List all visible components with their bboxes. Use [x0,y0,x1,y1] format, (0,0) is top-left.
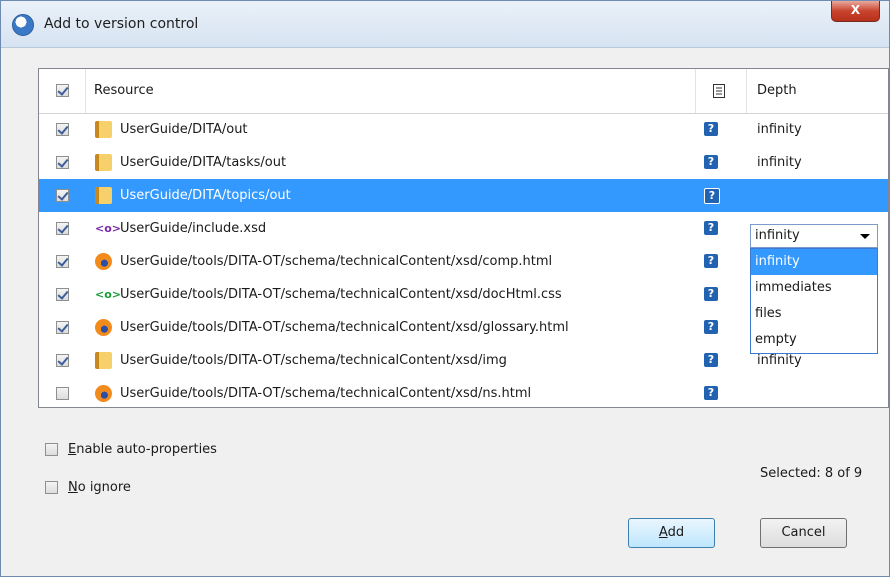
xsd-file-icon: <o> [95,222,121,235]
resource-path: UserGuide/tools/DITA-OT/schema/technical… [120,254,553,269]
row-checkbox[interactable] [56,354,69,367]
row-checkbox[interactable] [56,222,69,235]
firefox-html-icon [95,385,112,402]
properties-column-header[interactable] [696,69,747,113]
table-row[interactable]: UserGuide/DITA/tasks/out? infinity [39,146,888,179]
folder-icon [95,352,112,369]
resource-path: UserGuide/DITA/tasks/out [120,155,287,170]
document-icon [713,84,725,98]
firefox-html-icon [95,319,112,336]
row-checkbox[interactable] [56,189,69,202]
enable-auto-properties-checkbox[interactable] [45,443,58,456]
unversioned-status-icon: ? [704,320,718,334]
table-header: Resource Depth [39,69,888,114]
enable-auto-properties-label[interactable]: Enable auto-properties [68,441,217,459]
no-ignore-label[interactable]: No ignore [68,479,131,497]
close-button[interactable]: X [831,1,880,22]
table-row[interactable]: UserGuide/DITA/out? infinity [39,113,888,146]
add-button[interactable]: Add [628,518,715,548]
firefox-html-icon [95,253,112,270]
depth-combobox[interactable]: infinity [750,224,878,248]
unversioned-status-icon: ? [704,254,718,268]
row-checkbox[interactable] [56,288,69,301]
chevron-down-icon[interactable] [860,234,870,239]
row-checkbox[interactable] [56,387,69,400]
resource-column-label: Resource [94,83,154,98]
row-checkbox[interactable] [56,255,69,268]
dialog-window: Add to version control X Resource Depth [0,0,890,577]
selection-count: Selected: 8 of 9 [760,466,863,481]
folder-icon [95,121,112,138]
depth-value[interactable]: infinity [757,146,802,179]
resource-path: UserGuide/tools/DITA-OT/schema/technical… [120,386,532,401]
row-checkbox[interactable] [56,156,69,169]
resource-path: UserGuide/tools/DITA-OT/schema/technical… [120,353,507,368]
dialog-title: Add to version control [44,16,199,32]
title-bar: Add to version control X [1,1,889,48]
row-checkbox[interactable] [56,321,69,334]
select-all-checkbox[interactable] [56,84,69,97]
unversioned-status-icon: ? [704,188,720,204]
depth-option-empty[interactable]: empty [751,327,877,353]
cancel-button[interactable]: Cancel [760,518,847,548]
folder-icon [95,187,112,204]
resource-path: UserGuide/tools/DITA-OT/schema/technical… [120,320,569,335]
depth-option-immediates[interactable]: immediates [751,275,877,301]
row-checkbox[interactable] [56,123,69,136]
depth-option-files[interactable]: files [751,301,877,327]
no-ignore-checkbox[interactable] [45,481,58,494]
resource-path: UserGuide/DITA/topics/out [120,188,291,203]
unversioned-status-icon: ? [704,221,718,235]
resource-path: UserGuide/DITA/out [120,122,248,137]
unversioned-status-icon: ? [704,353,718,367]
depth-column-header[interactable]: Depth [747,69,888,113]
app-logo-icon [12,14,34,36]
unversioned-status-icon: ? [704,287,718,301]
depth-value[interactable]: infinity [757,113,802,146]
depth-option-infinity[interactable]: infinity [751,249,877,275]
table-row[interactable]: UserGuide/DITA/topics/out? [39,179,888,212]
resource-path: UserGuide/include.xsd [120,221,267,236]
depth-column-label: Depth [757,83,797,98]
depth-dropdown-list: infinity immediates files empty [750,248,878,354]
unversioned-status-icon: ? [704,155,718,169]
folder-icon [95,154,112,171]
css-file-icon: <o> [95,288,121,301]
depth-combobox-value: infinity [755,228,800,243]
unversioned-status-icon: ? [704,122,718,136]
dialog-body: Resource Depth UserGuide/DITA/out? infini… [8,48,889,570]
table-row[interactable]: UserGuide/tools/DITA-OT/schema/technical… [39,377,888,410]
resource-column-header[interactable]: Resource [86,69,696,113]
unversioned-status-icon: ? [704,386,718,400]
header-check-cell [39,69,86,113]
resource-path: UserGuide/tools/DITA-OT/schema/technical… [120,287,562,302]
